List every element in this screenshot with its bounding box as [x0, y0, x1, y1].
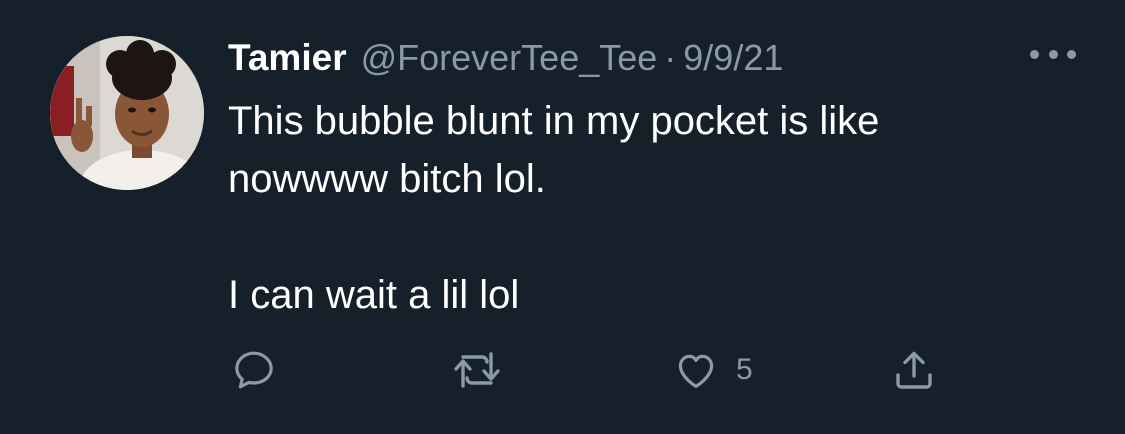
tweet-date[interactable]: 9/9/21 — [683, 37, 783, 79]
more-icon — [1030, 49, 1039, 59]
avatar[interactable] — [50, 36, 204, 190]
avatar-image — [50, 36, 204, 190]
share-button[interactable] — [890, 340, 938, 400]
share-icon — [896, 351, 932, 389]
retweet-button[interactable] — [451, 340, 503, 400]
tweet-actions: 5 — [228, 340, 988, 400]
reply-icon — [235, 351, 273, 389]
tweet-header: Tamier @ForeverTee_Tee · 9/9/21 — [228, 34, 783, 82]
tweet-text-line: This bubble blunt in my pocket is like — [228, 99, 880, 143]
retweet-icon — [454, 352, 500, 388]
like-button[interactable]: 5 — [672, 340, 753, 400]
more-options-button[interactable] — [1030, 44, 1076, 64]
more-icon — [1048, 49, 1058, 59]
heart-icon — [678, 354, 714, 388]
tweet-text-line: nowwww bitch lol. — [228, 157, 546, 201]
more-icon — [1067, 49, 1076, 59]
tweet-text: This bubble blunt in my pocket is like n… — [228, 92, 1088, 324]
like-count: 5 — [736, 353, 753, 386]
reply-button[interactable] — [230, 340, 278, 400]
author-name[interactable]: Tamier — [228, 37, 347, 79]
tweet-text-line: I can wait a lil lol — [228, 273, 520, 317]
author-handle[interactable]: @ForeverTee_Tee — [361, 37, 658, 79]
separator-dot: · — [664, 37, 677, 78]
tweet[interactable]: Tamier @ForeverTee_Tee · 9/9/21 This bub… — [0, 0, 1125, 434]
